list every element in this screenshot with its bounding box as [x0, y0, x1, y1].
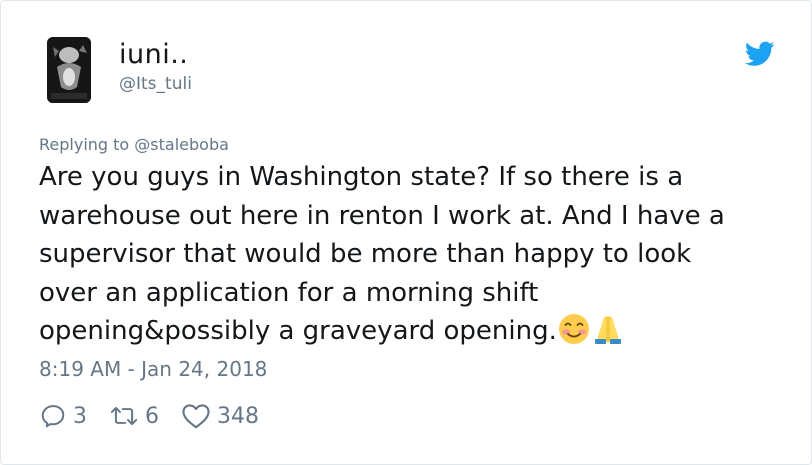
retweet-button[interactable]: 6	[109, 402, 159, 430]
tweet-line-4: over an application for a morning shift	[39, 277, 539, 308]
tweet-line-2: warehouse out here in renton I work at. …	[39, 200, 725, 231]
retweet-count: 6	[145, 403, 159, 429]
tweet-line-3: supervisor that would be more than happy…	[39, 239, 692, 269]
folded-hands-emoji	[591, 312, 625, 346]
replying-to: Replying to @staleboba	[39, 134, 229, 156]
reply-icon	[41, 405, 65, 428]
tweet-card: iuni.. @Its_tuli Replying to @staleboba …	[0, 0, 812, 465]
tweet-line-1: Are you guys in Washington state? If so …	[39, 162, 684, 192]
like-count: 348	[217, 403, 259, 429]
display-name[interactable]: iuni..	[119, 39, 188, 71]
tweet-line-5: opening&possibly a graveyard opening.	[39, 316, 557, 346]
tweet-text: Are you guys in Washington state? If so …	[39, 158, 779, 351]
reply-count: 3	[73, 403, 87, 429]
smiling-face-emoji	[557, 312, 591, 346]
avatar-image	[47, 37, 91, 103]
reply-button[interactable]: 3	[39, 402, 87, 430]
user-handle[interactable]: @Its_tuli	[119, 73, 192, 95]
like-button[interactable]: 348	[181, 402, 259, 430]
replying-to-prefix: Replying to	[39, 135, 130, 154]
twitter-bird-icon[interactable]	[744, 41, 775, 67]
avatar[interactable]	[47, 37, 91, 103]
heart-icon	[182, 404, 210, 429]
tweet-actions: 3 6 348	[39, 399, 281, 433]
retweet-icon	[110, 406, 138, 426]
replying-to-handle[interactable]: @staleboba	[134, 135, 229, 154]
tweet-timestamp[interactable]: 8:19 AM - Jan 24, 2018	[39, 356, 267, 382]
